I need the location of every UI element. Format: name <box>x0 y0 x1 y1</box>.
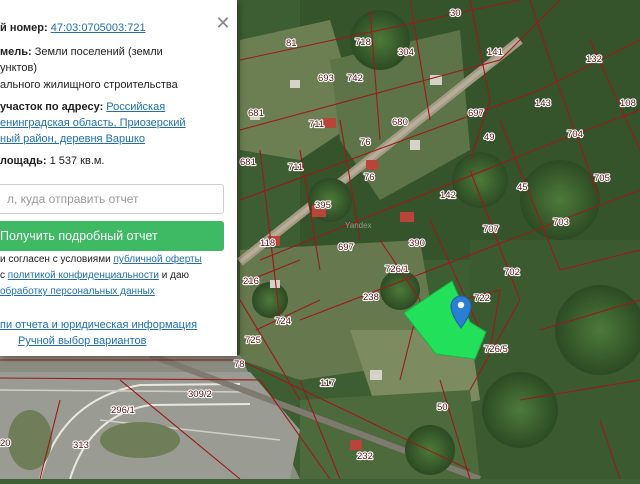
parcel-number-label: 216 <box>243 276 259 287</box>
address-link[interactable]: Российская <box>106 101 165 113</box>
parcel-number-label: 718 <box>355 37 371 48</box>
address-link-line2[interactable]: енинградская область, Приозерский <box>0 117 186 129</box>
manual-selection-link[interactable]: Ручной выбор вариантов <box>18 335 146 347</box>
parcel-number-label: 711 <box>309 119 324 130</box>
parcel-number-label: 704 <box>567 129 583 140</box>
get-report-button[interactable]: Получить подробный отчет <box>0 221 224 251</box>
area-row: лощадь: 1 537 кв.м. <box>0 155 105 167</box>
consent-line-3: обработку персональных данных <box>0 284 155 299</box>
parcel-number-label: 309/2 <box>188 389 212 400</box>
parcel-number-label: 108 <box>620 98 636 109</box>
cadastral-number-row: й номер: 47:03:0705003:721 <box>0 22 146 34</box>
consent-line-2: с политикой конфиденциальности и даю <box>0 268 189 283</box>
address-link-line3[interactable]: ный район, деревня Варшко <box>0 133 145 145</box>
parcel-number-label: 45 <box>517 182 528 193</box>
parcel-number-label: 117 <box>320 378 335 389</box>
parcel-number-label: 725 <box>245 335 261 346</box>
parcel-number-label: 132 <box>586 54 602 65</box>
parcel-number-label: 118 <box>260 238 275 249</box>
parcel-number-label: 707 <box>483 224 499 235</box>
cadastral-number-link[interactable]: 47:03:0705003:721 <box>51 22 146 34</box>
parcel-number-label: 724 <box>275 316 291 327</box>
parcel-number-label: 143 <box>535 98 551 109</box>
consent-text-1: и согласен с условиями <box>0 254 114 265</box>
personal-data-link[interactable]: обработку персональных данных <box>0 286 155 297</box>
close-icon[interactable]: ✕ <box>214 14 232 32</box>
parcel-number-label: 304 <box>398 47 414 58</box>
cadastral-number-label: й номер: <box>0 22 48 34</box>
report-info-link[interactable]: пи отчета и юридическая информация <box>0 319 197 331</box>
parcel-info-panel: ✕ й номер: 47:03:0705003:721 мель: Земли… <box>0 0 237 356</box>
parcel-number-label: 711 <box>288 162 303 173</box>
consent-text-2: с <box>0 270 8 281</box>
area-label: лощадь: <box>0 155 47 167</box>
parcel-number-label: 296/1 <box>111 405 135 416</box>
privacy-policy-link[interactable]: политикой конфиденциальности <box>8 270 159 281</box>
parcel-number-label: 722 <box>474 293 490 304</box>
map-watermark: Yandex <box>345 221 372 230</box>
parcel-number-label: 30 <box>450 8 461 19</box>
email-field[interactable] <box>0 184 224 214</box>
land-category-label: мель: <box>0 46 32 58</box>
land-category-continuation: унктов) <box>0 62 38 74</box>
consent-text-2b: и даю <box>159 270 190 281</box>
parcel-number-label: 81 <box>286 38 297 49</box>
parcel-number-label: 726/5 <box>484 344 508 355</box>
permitted-use-value: ального жилищного строительства <box>0 79 178 91</box>
parcel-number-label: 703 <box>553 217 569 228</box>
parcel-number-label: 693 <box>318 73 334 84</box>
parcel-number-label: 705 <box>594 173 610 184</box>
parcel-number-label: 390 <box>409 238 425 249</box>
parcel-number-label: 702 <box>504 267 520 278</box>
parcel-number-label: 76 <box>360 137 371 148</box>
address-label: участок по адресу: <box>0 101 104 113</box>
parcel-number-label: 20 <box>0 438 11 449</box>
public-offer-link[interactable]: публичной оферты <box>113 254 201 265</box>
parcel-number-label: 142 <box>440 190 456 201</box>
area-value: 1 537 кв.м. <box>49 155 105 167</box>
parcel-number-label: 726/1 <box>385 264 409 275</box>
parcel-number-label: 49 <box>484 132 495 143</box>
parcel-number-label: 50 <box>437 402 448 413</box>
parcel-number-label: 238 <box>363 292 379 303</box>
parcel-number-label: 681 <box>248 108 264 119</box>
land-category-row: мель: Земли поселений (земли <box>0 46 163 58</box>
parcel-number-label: 681 <box>240 157 256 168</box>
land-category-value: Земли поселений (земли <box>34 46 163 58</box>
parcel-number-label: 141 <box>487 47 503 58</box>
address-row: участок по адресу: Российская <box>0 101 165 113</box>
parcel-number-label: 76 <box>364 172 375 183</box>
parcel-number-label: 232 <box>357 451 373 462</box>
parcel-number-label: 313 <box>73 440 89 451</box>
parcel-number-label: 78 <box>234 359 245 370</box>
parcel-number-label: 680 <box>392 117 408 128</box>
parcel-number-label: 697 <box>338 242 354 253</box>
consent-line-1: и согласен с условиями публичной оферты <box>0 252 202 267</box>
parcel-number-label: 742 <box>347 73 363 84</box>
parcel-number-label: 697 <box>468 108 484 119</box>
parcel-number-label: 395 <box>315 200 331 211</box>
